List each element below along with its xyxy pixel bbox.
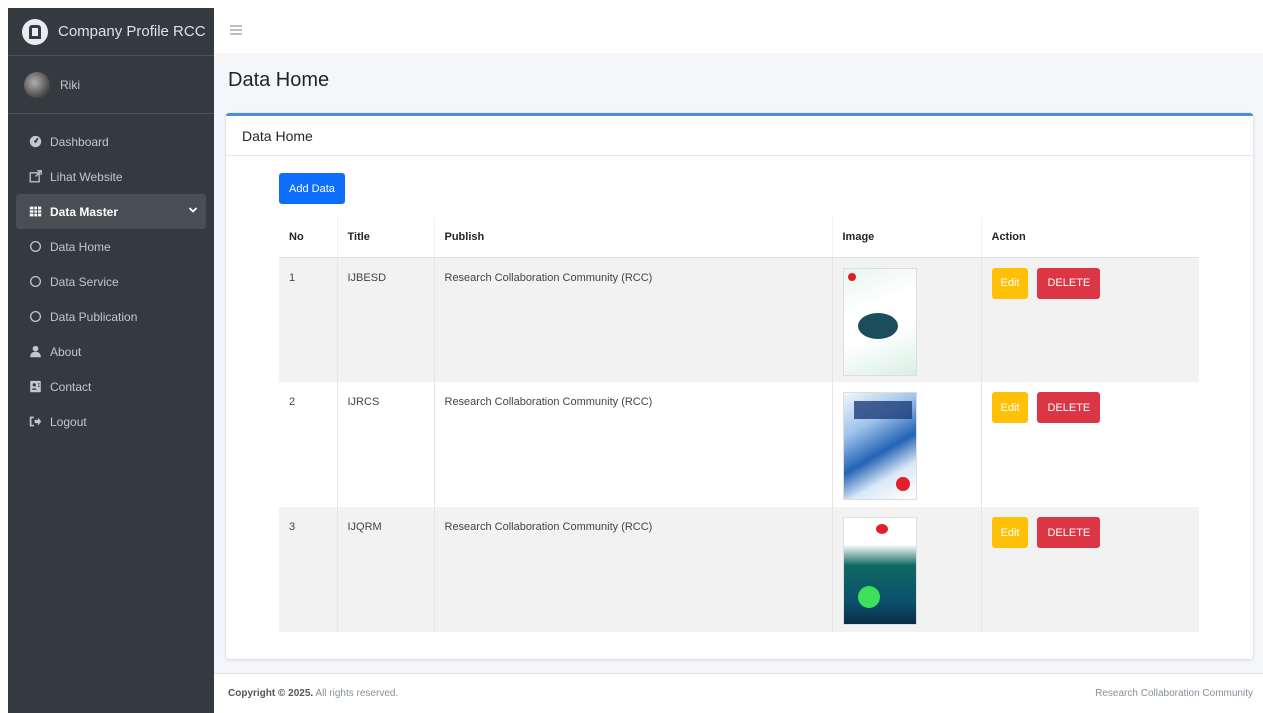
sidebar-item-logout[interactable]: Logout — [8, 404, 214, 439]
add-data-button[interactable]: Add Data — [279, 173, 345, 204]
cell-no: 1 — [289, 271, 296, 284]
external-link-icon — [28, 170, 42, 184]
cell-action: Edit DELETE — [980, 257, 1199, 382]
cell-title: IJBESD — [336, 257, 434, 382]
delete-button[interactable]: DELETE — [1037, 392, 1101, 423]
column-header-no: No — [279, 217, 337, 258]
table-row: 3 IJQRM Research Collaboration Community… — [279, 507, 1199, 632]
cell-publish: Research Collaboration Community (RCC) — [433, 507, 832, 632]
circle-icon — [28, 310, 42, 324]
table-row: 2 IJRCS Research Collaboration Community… — [279, 382, 1199, 507]
cover-thumbnail[interactable] — [842, 392, 917, 500]
cell-image — [831, 507, 981, 632]
cell-publish: Research Collaboration Community (RCC) — [433, 382, 832, 507]
cell-no: 3 — [289, 521, 296, 533]
cell-title: IJRCS — [336, 382, 434, 507]
sidebar-item-lihat-website[interactable]: Lihat Website — [8, 159, 214, 194]
sidebar-item-data-service[interactable]: Data Service — [8, 264, 214, 299]
sidebar-item-label: Contact — [50, 379, 92, 394]
copyright-rest: All rights reserved. — [315, 688, 399, 699]
cell-action: Edit DELETE — [980, 507, 1199, 632]
column-header-image: Image — [831, 217, 981, 258]
edit-button[interactable]: Edit — [991, 267, 1029, 299]
cover-thumbnail[interactable] — [842, 517, 917, 625]
edit-button[interactable]: Edit — [991, 517, 1029, 548]
sidebar-item-dashboard[interactable]: Dashboard — [8, 124, 214, 159]
cell-publish: Research Collaboration Community (RCC) — [433, 257, 832, 382]
sidebar-nav: Dashboard Lihat Website Data Master Data… — [8, 114, 214, 439]
table-icon — [28, 205, 42, 219]
user-icon — [28, 345, 42, 359]
brand-title: Company Profile RCC — [58, 23, 206, 40]
table-row: 1 IJBESD Research Collaboration Communit… — [279, 257, 1199, 382]
cell-image — [831, 382, 981, 507]
sidebar-item-data-publication[interactable]: Data Publication — [8, 299, 214, 334]
cell-image — [831, 257, 981, 382]
brand-link[interactable]: Company Profile RCC — [8, 8, 214, 56]
cell-no: 2 — [289, 396, 296, 408]
cover-thumbnail[interactable] — [842, 267, 917, 376]
card-title: Data Home — [226, 116, 1253, 156]
logout-icon — [28, 415, 42, 429]
sidebar-item-label: Dashboard — [50, 134, 109, 149]
column-header-title: Title — [336, 217, 434, 258]
delete-button[interactable]: DELETE — [1037, 517, 1101, 548]
data-table: No Title Publish Image Action 1 IJBESD R… — [279, 217, 1199, 632]
sidebar-item-label: Data Home — [50, 239, 111, 254]
sidebar-item-label: About — [50, 344, 82, 359]
sidebar-item-label: Logout — [50, 414, 87, 429]
data-card: Data Home Add Data No Title Publish Imag… — [226, 113, 1253, 659]
footer-right-text: Research Collaboration Community — [1095, 688, 1253, 699]
brand-logo-icon — [22, 18, 48, 45]
page-title: Data Home — [228, 69, 330, 91]
user-name: Riki — [60, 77, 80, 92]
avatar — [24, 71, 50, 98]
sidebar-item-label: Data Master — [50, 204, 119, 219]
copyright-bold: Copyright © 2025. — [228, 688, 314, 699]
table-header-row: No Title Publish Image Action — [279, 217, 1199, 258]
column-header-publish: Publish — [433, 217, 832, 258]
sidebar-item-contact[interactable]: Contact — [8, 369, 214, 404]
hamburger-menu-icon[interactable] — [230, 22, 242, 39]
cell-title: IJQRM — [336, 507, 434, 632]
chevron-down-icon — [188, 205, 198, 218]
user-panel[interactable]: Riki — [8, 56, 214, 114]
circle-icon — [28, 275, 42, 289]
sidebar-item-about[interactable]: About — [8, 334, 214, 369]
footer-copyright: Copyright © 2025. All rights reserved. — [228, 688, 398, 699]
sidebar-item-data-master[interactable]: Data Master — [16, 194, 206, 229]
cell-action: Edit DELETE — [980, 382, 1199, 507]
delete-button[interactable]: DELETE — [1037, 267, 1101, 299]
edit-button[interactable]: Edit — [991, 392, 1029, 423]
contact-card-icon — [28, 380, 42, 394]
column-header-action: Action — [980, 217, 1199, 258]
sidebar-item-label: Data Publication — [50, 309, 138, 324]
sidebar-item-data-home[interactable]: Data Home — [8, 229, 214, 264]
dashboard-icon — [28, 135, 42, 149]
sidebar-item-label: Data Service — [50, 274, 119, 289]
sidebar-item-label: Lihat Website — [50, 169, 123, 184]
circle-icon — [28, 240, 42, 254]
top-navbar — [214, 8, 1263, 53]
sidebar: Company Profile RCC Riki Dashboard Lihat… — [8, 8, 214, 713]
content-wrapper: Data Home Data Home Add Data No Title Pu… — [214, 53, 1263, 673]
footer: Copyright © 2025. All rights reserved. R… — [214, 673, 1263, 713]
